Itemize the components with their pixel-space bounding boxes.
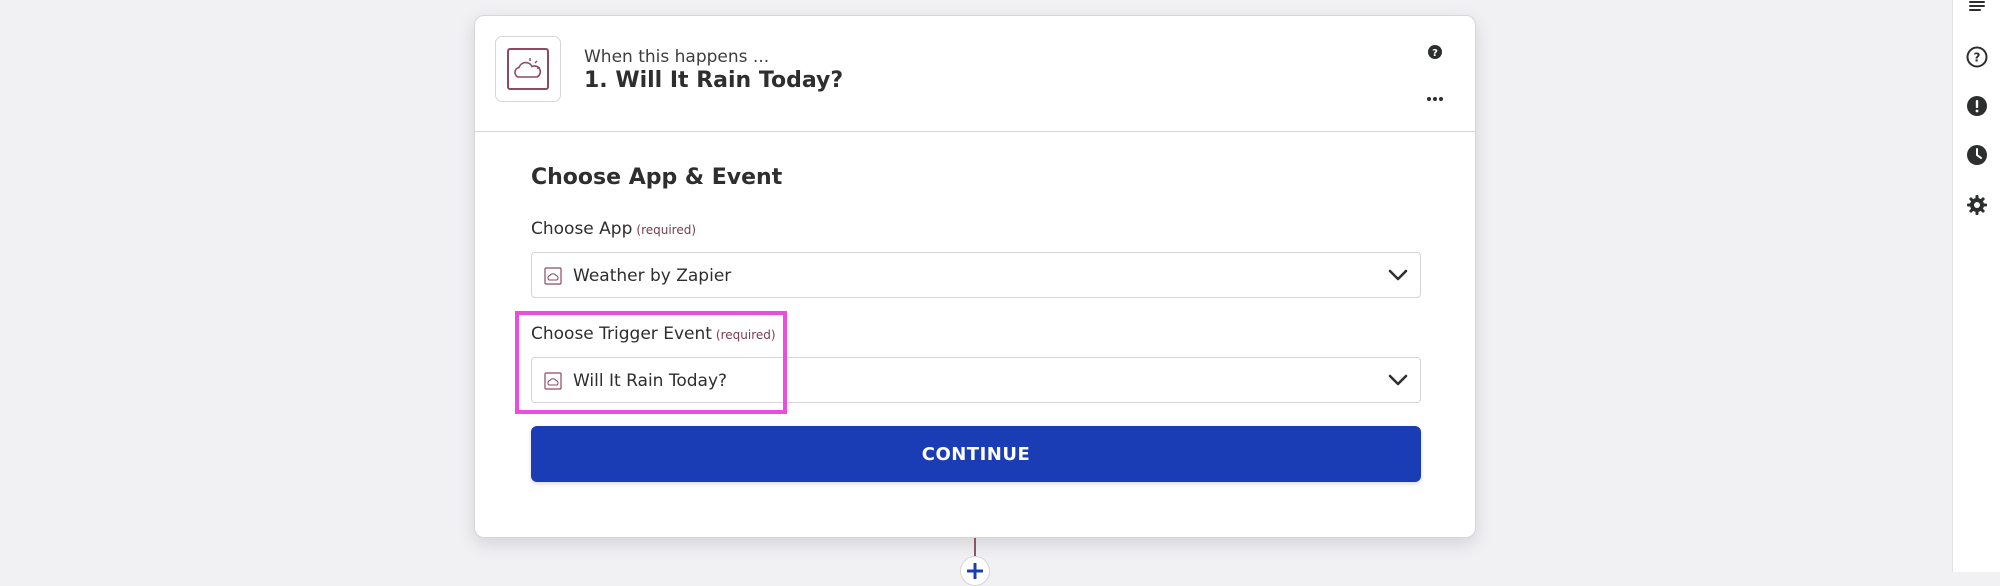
continue-button[interactable]: CONTINUE bbox=[531, 426, 1421, 482]
help-icon[interactable]: ? bbox=[1962, 42, 1992, 72]
svg-text:?: ? bbox=[1974, 51, 1981, 65]
step-connector bbox=[974, 538, 976, 556]
step-kicker: When this happens ... bbox=[584, 47, 770, 67]
settings-icon[interactable] bbox=[1962, 190, 1992, 220]
required-note: (required) bbox=[636, 223, 697, 237]
step-header[interactable]: When this happens ... 1. Will It Rain To… bbox=[475, 16, 1475, 132]
choose-app-label: Choose App (required) bbox=[531, 219, 696, 239]
right-sidebar: ? bbox=[1952, 0, 2000, 572]
details-icon[interactable] bbox=[1962, 0, 1992, 22]
section-title: Choose App & Event bbox=[531, 165, 783, 190]
weather-cloud-icon bbox=[495, 36, 561, 102]
more-options-icon[interactable] bbox=[1426, 87, 1444, 106]
chevron-down-icon bbox=[1388, 374, 1408, 386]
chevron-down-icon bbox=[1388, 269, 1408, 281]
choose-app-value: Weather by Zapier bbox=[573, 266, 732, 286]
history-icon[interactable] bbox=[1962, 140, 1992, 170]
step-title: 1. Will It Rain Today? bbox=[584, 68, 844, 93]
choose-app-select[interactable]: Weather by Zapier bbox=[531, 252, 1421, 298]
trigger-event-highlight bbox=[515, 311, 787, 414]
alert-icon[interactable] bbox=[1962, 91, 1992, 121]
plus-icon bbox=[967, 563, 983, 579]
weather-app-icon bbox=[544, 267, 562, 285]
add-step-button[interactable] bbox=[960, 556, 990, 586]
choose-app-label-text: Choose App bbox=[531, 219, 633, 239]
svg-text:?: ? bbox=[1432, 48, 1438, 59]
help-icon[interactable]: ? bbox=[1427, 44, 1443, 64]
trigger-step-card: When this happens ... 1. Will It Rain To… bbox=[474, 15, 1476, 538]
